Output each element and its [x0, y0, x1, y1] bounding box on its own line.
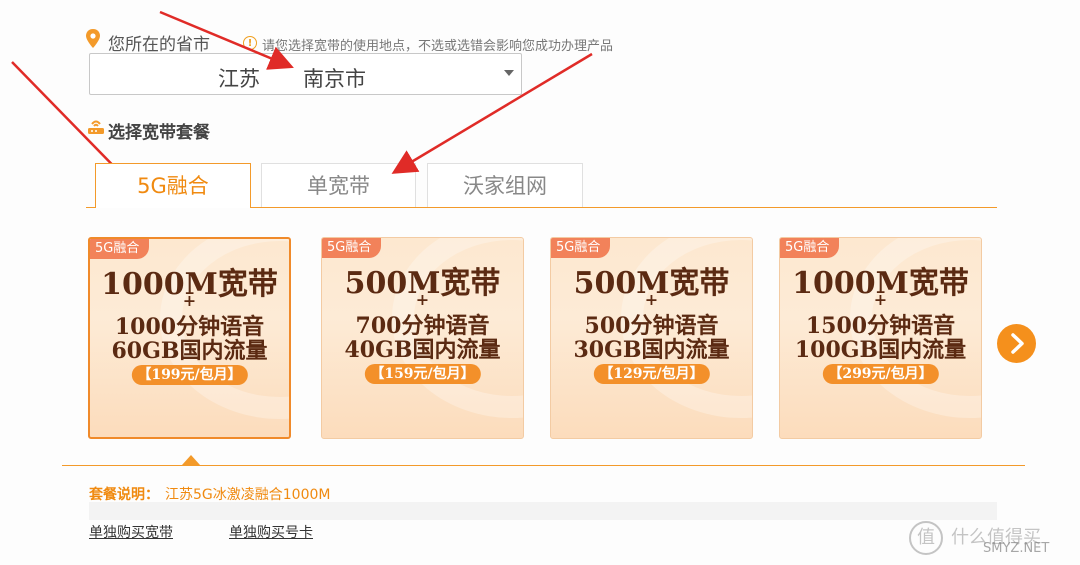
package-card[interactable]: 5G融合 1000M宽带 + 1000分钟语音 60GB国内流量 【199元/包…	[88, 237, 291, 439]
divider	[62, 465, 1025, 466]
description-text: 江苏5G冰激凌融合1000M	[165, 487, 331, 503]
card-data: 30GB国内流量	[573, 337, 730, 363]
card-price: 【199元/包月】	[131, 365, 248, 385]
chevron-right-icon[interactable]	[997, 324, 1036, 363]
watermark-logo: 值	[909, 521, 943, 555]
province-value[interactable]: 江苏	[218, 63, 260, 93]
watermark: 值 什么值得买 SMYZ.NET	[905, 517, 1075, 561]
description-label: 套餐说明：	[89, 487, 159, 503]
card-price: 【129元/包月】	[593, 364, 710, 384]
card-tag: 5G融合	[780, 238, 840, 258]
map-pin-icon	[86, 29, 100, 48]
description-bar	[89, 502, 997, 520]
package-card[interactable]: 5G融合 1000M宽带 + 1500分钟语音 100GB国内流量 【299元/…	[779, 237, 982, 439]
package-card[interactable]: 5G融合 500M宽带 + 700分钟语音 40GB国内流量 【159元/包月】	[321, 237, 524, 439]
card-price: 【159元/包月】	[364, 364, 481, 384]
card-tag: 5G融合	[551, 238, 611, 258]
tab-single-broadband[interactable]: 单宽带	[261, 163, 416, 207]
card-data: 60GB国内流量	[111, 338, 268, 364]
info-icon: !	[243, 36, 257, 50]
router-icon	[88, 120, 104, 134]
buy-number-link[interactable]: 单独购买号卡	[229, 522, 313, 542]
card-plus: +	[415, 290, 430, 309]
tab-5g-fusion[interactable]: 5G融合	[95, 163, 251, 208]
card-tag: 5G融合	[322, 238, 382, 258]
watermark-sub: SMYZ.NET	[983, 541, 1050, 556]
package-card[interactable]: 5G融合 500M宽带 + 500分钟语音 30GB国内流量 【129元/包月】	[550, 237, 753, 439]
card-plus: +	[182, 291, 197, 310]
chevron-down-icon[interactable]	[504, 70, 514, 76]
package-section-title: 选择宽带套餐	[108, 123, 210, 143]
selection-pointer	[182, 455, 200, 465]
city-value[interactable]: 南京市	[303, 63, 366, 93]
card-plus: +	[644, 290, 659, 309]
card-tag: 5G融合	[90, 239, 150, 259]
buy-broadband-link[interactable]: 单独购买宽带	[89, 522, 173, 542]
card-data: 100GB国内流量	[794, 337, 967, 363]
card-plus: +	[873, 290, 888, 309]
card-data: 40GB国内流量	[344, 337, 501, 363]
location-tip: 请您选择宽带的使用地点，不选或选错会影响您成功办理产品	[262, 39, 614, 54]
location-label: 您所在的省市	[108, 35, 210, 55]
tab-wo-home-network[interactable]: 沃家组网	[427, 163, 583, 207]
card-price: 【299元/包月】	[822, 364, 939, 384]
